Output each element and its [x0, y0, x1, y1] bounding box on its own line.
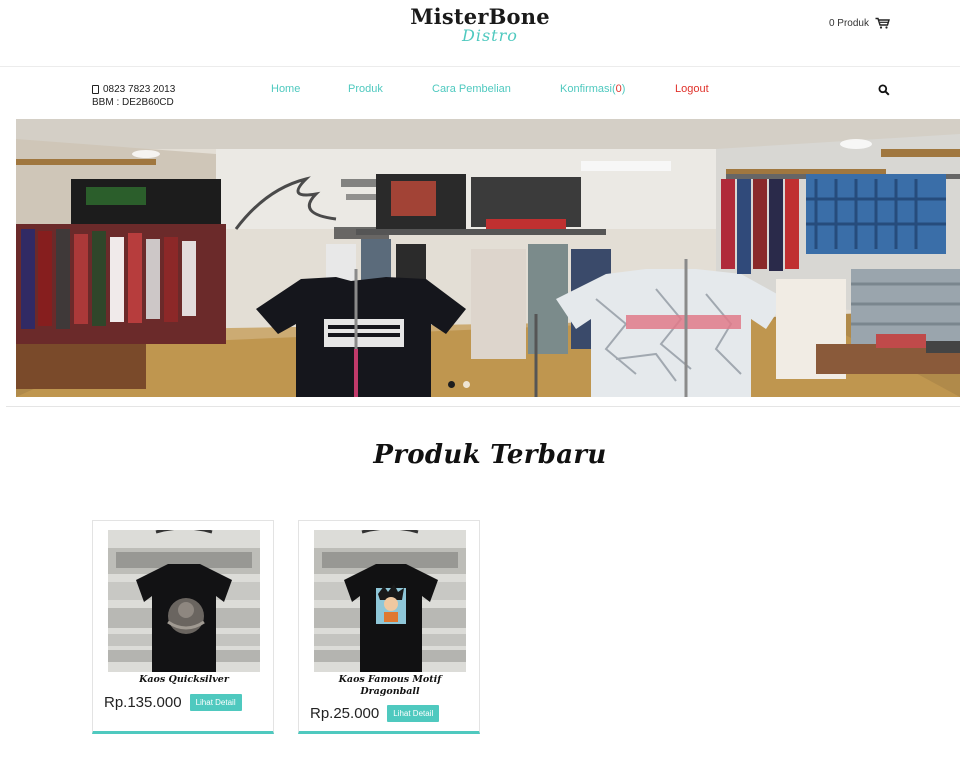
product-name-line: Dragonball [360, 686, 420, 697]
nav-konfirmasi[interactable]: Konfirmasi(0) [560, 83, 625, 95]
view-detail-button[interactable]: Lihat Detail [387, 705, 440, 722]
product-name[interactable]: Kaos Famous Motif Dragonball [299, 674, 481, 698]
nav-logout[interactable]: Logout [675, 83, 709, 95]
product-image[interactable] [314, 530, 466, 672]
product-image[interactable] [108, 530, 260, 672]
product-name[interactable]: Kaos Quicksilver [93, 674, 275, 686]
product-card[interactable]: Kaos Quicksilver Rp.135.000 Lihat Detail [92, 520, 274, 734]
nav-cara-pembelian[interactable]: Cara Pembelian [432, 83, 511, 95]
slider-dot-2[interactable] [463, 381, 470, 388]
nav-produk[interactable]: Produk [348, 83, 383, 95]
slider-pagination [448, 381, 470, 388]
logo-tagline: Distro [462, 26, 518, 45]
product-card[interactable]: Kaos Famous Motif Dragonball Rp.25.000 L… [298, 520, 480, 734]
brand-header: MisterBone Distro 0 Produk [0, 0, 960, 67]
site-logo[interactable]: MisterBone Distro [0, 4, 960, 46]
logo-name: MisterBone [410, 4, 550, 29]
product-price: Rp.25.000 [310, 705, 380, 722]
product-name-line: Kaos Quicksilver [139, 674, 229, 685]
product-name-line: Kaos Famous Motif [338, 674, 442, 685]
nav-konfirmasi-label: Konfirmasi( [560, 83, 616, 95]
section-title: Produk Terbaru [373, 440, 607, 470]
product-price-row: Rp.25.000 Lihat Detail [310, 705, 440, 722]
nav-menu: Home Produk Cara Pembelian Konfirmasi(0)… [0, 83, 960, 103]
nav-home[interactable]: Home [271, 83, 300, 95]
search-icon[interactable] [878, 83, 890, 101]
nav-konfirmasi-close: ) [621, 83, 626, 95]
product-price: Rp.135.000 [104, 694, 182, 711]
cart-count: 0 Produk [828, 17, 869, 29]
product-price-row: Rp.135.000 Lihat Detail [104, 694, 242, 711]
store-interior-photo [16, 119, 960, 397]
cart-link[interactable]: 0 Produk [829, 17, 890, 29]
slider-dot-1[interactable] [448, 381, 455, 388]
main-navigation: 0823 7823 2013 BBM : DE2B60CD Home Produ… [0, 67, 960, 117]
cart-icon [875, 17, 890, 29]
section-divider [6, 406, 960, 407]
view-detail-button[interactable]: Lihat Detail [189, 694, 242, 711]
hero-slider[interactable] [16, 119, 960, 397]
